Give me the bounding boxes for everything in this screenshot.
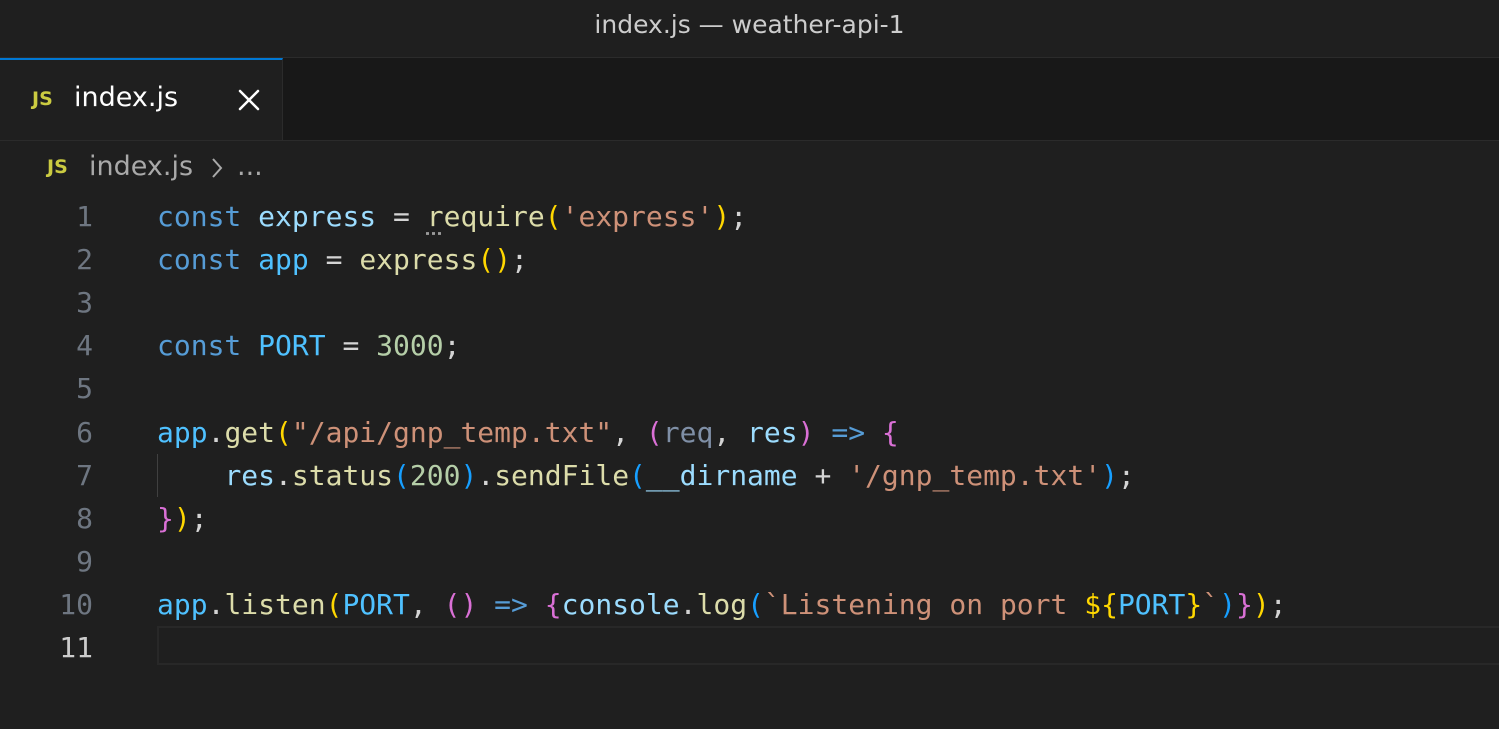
code-text[interactable]: app.listen(PORT, () => {console.log(`Lis… bbox=[157, 583, 1287, 626]
code-text[interactable]: const express = require('express'); bbox=[157, 195, 747, 238]
line-number: 9 bbox=[76, 545, 93, 578]
line-number: 4 bbox=[76, 329, 93, 362]
code-text[interactable]: app.get("/api/gnp_temp.txt", (req, res) … bbox=[157, 411, 899, 454]
code-line[interactable]: 9 bbox=[0, 540, 1499, 583]
code-line[interactable]: 3 bbox=[0, 281, 1499, 324]
tab-bar: JS index.js bbox=[0, 58, 1499, 141]
chevron-right-icon bbox=[208, 155, 226, 181]
tab-index-js[interactable]: JS index.js bbox=[0, 58, 283, 140]
code-line[interactable]: 6 app.get("/api/gnp_temp.txt", (req, res… bbox=[0, 411, 1499, 454]
js-file-icon: JS bbox=[47, 156, 68, 178]
line-number: 6 bbox=[76, 416, 93, 449]
code-line[interactable]: 8 }); bbox=[0, 497, 1499, 540]
close-icon[interactable] bbox=[233, 84, 265, 116]
code-line[interactable]: 10 app.listen(PORT, () => {console.log(`… bbox=[0, 583, 1499, 626]
code-text[interactable]: res.status(200).sendFile(__dirname + '/g… bbox=[157, 454, 1134, 497]
tab-label: index.js bbox=[74, 82, 179, 113]
code-text[interactable]: const PORT = 3000; bbox=[157, 324, 460, 367]
line-number: 7 bbox=[76, 459, 93, 492]
line-number: 5 bbox=[76, 372, 93, 405]
code-text[interactable]: }); bbox=[157, 497, 208, 540]
code-editor[interactable]: 1 const express = require('express'); 2 … bbox=[0, 195, 1499, 729]
code-text[interactable]: const app = express(); bbox=[157, 238, 528, 281]
breadcrumb: JS index.js ... bbox=[0, 141, 1499, 195]
js-file-icon: JS bbox=[32, 88, 53, 110]
line-number: 1 bbox=[76, 200, 93, 233]
code-line[interactable]: 7 res.status(200).sendFile(__dirname + '… bbox=[0, 454, 1499, 497]
code-line[interactable]: 4 const PORT = 3000; bbox=[0, 324, 1499, 367]
window-title: index.js — weather-api-1 bbox=[0, 0, 1499, 58]
line-number: 11 bbox=[59, 631, 93, 664]
breadcrumb-file[interactable]: index.js bbox=[89, 151, 193, 182]
line-number: 10 bbox=[59, 588, 93, 621]
line-number: 3 bbox=[76, 286, 93, 319]
code-line[interactable]: 11 bbox=[0, 626, 1499, 669]
breadcrumb-more[interactable]: ... bbox=[237, 151, 263, 182]
line-number: 2 bbox=[76, 243, 93, 276]
code-line[interactable]: 1 const express = require('express'); bbox=[0, 195, 1499, 238]
code-line[interactable]: 5 bbox=[0, 367, 1499, 410]
line-number: 8 bbox=[76, 502, 93, 535]
code-line[interactable]: 2 const app = express(); bbox=[0, 238, 1499, 281]
